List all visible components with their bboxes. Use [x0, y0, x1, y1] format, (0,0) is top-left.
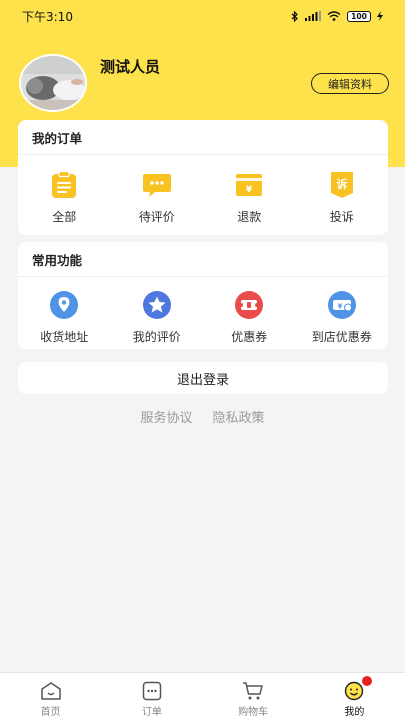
chat-dots-icon [142, 170, 172, 200]
battery-indicator: 100 [347, 10, 371, 22]
notification-badge [361, 676, 372, 686]
store-coupon-icon: ¥ [327, 290, 357, 320]
footer-links: 服务协议 隐私政策 [0, 407, 405, 426]
order-refund-label: 退款 [237, 210, 262, 224]
func-my-reviews[interactable]: 我的评价 [111, 277, 204, 349]
order-complaint-label: 投诉 [329, 210, 354, 224]
tab-cart[interactable]: 购物车 [203, 673, 304, 720]
bluetooth-icon [291, 10, 298, 22]
avatar[interactable] [19, 54, 87, 112]
svg-text:¥: ¥ [337, 303, 342, 311]
signal-icon [305, 11, 321, 21]
func-address-label: 收货地址 [40, 330, 89, 344]
tab-mine[interactable]: 我的 [304, 673, 405, 720]
order-complaint[interactable]: 诉 投诉 [296, 155, 389, 235]
orders-title: 我的订单 [18, 120, 388, 155]
order-refund[interactable]: ¥ 退款 [203, 155, 296, 235]
edit-profile-button[interactable]: 编辑资料 [311, 73, 389, 94]
status-time: 下午3:10 [22, 9, 73, 24]
complaint-icon: 诉 [327, 170, 357, 200]
cart-icon [243, 682, 263, 700]
order-pending-review-label: 待评价 [138, 210, 175, 224]
func-coupons[interactable]: 优惠券 [203, 277, 296, 349]
home-icon [40, 682, 61, 700]
location-pin-icon [49, 290, 79, 320]
func-my-reviews-label: 我的评价 [132, 330, 181, 344]
order-icon [142, 681, 162, 701]
status-bar: 下午3:10 100 [0, 0, 405, 32]
privacy-policy-link[interactable]: 隐私政策 [213, 407, 265, 426]
charging-icon [377, 11, 383, 21]
orders-card: 我的订单 全部 待评价 ¥ 退款 诉 投诉 [18, 120, 388, 235]
tab-orders[interactable]: 订单 [101, 673, 202, 720]
username: 测试人员 [100, 58, 161, 76]
tab-orders-label: 订单 [141, 707, 162, 718]
func-store-coupons-label: 到店优惠券 [311, 330, 372, 344]
tab-home-label: 首页 [40, 707, 61, 718]
svg-text:¥: ¥ [246, 185, 253, 195]
coupon-icon [234, 290, 264, 320]
tab-mine-label: 我的 [344, 707, 365, 718]
functions-card: 常用功能 收货地址 我的评价 优惠券 ¥ 到店优惠券 [18, 242, 388, 349]
order-all-label: 全部 [52, 210, 77, 224]
logout-button[interactable]: 退出登录 [18, 362, 388, 394]
func-address[interactable]: 收货地址 [18, 277, 111, 349]
service-agreement-link[interactable]: 服务协议 [140, 407, 192, 426]
svg-text:诉: 诉 [336, 177, 347, 191]
star-icon [142, 290, 172, 320]
refund-yen-icon: ¥ [234, 170, 264, 200]
func-store-coupons[interactable]: ¥ 到店优惠券 [296, 277, 389, 349]
bottom-tab-bar: 首页 订单 购物车 我的 [0, 672, 405, 720]
order-all[interactable]: 全部 [18, 155, 111, 235]
wifi-icon [327, 11, 341, 21]
clipboard-icon [49, 170, 79, 200]
order-pending-review[interactable]: 待评价 [111, 155, 204, 235]
tab-cart-label: 购物车 [238, 707, 269, 718]
tab-home[interactable]: 首页 [0, 673, 101, 720]
functions-title: 常用功能 [18, 242, 388, 277]
func-coupons-label: 优惠券 [231, 330, 268, 344]
